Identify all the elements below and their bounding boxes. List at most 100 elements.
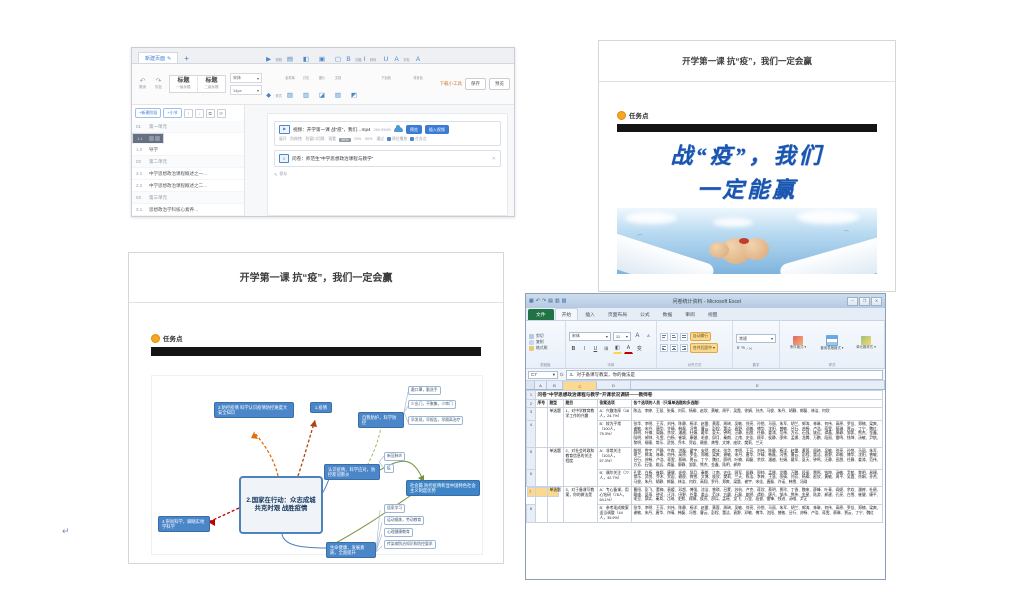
formula-input[interactable]: 3、对于备课写教案，你的做法是 xyxy=(566,370,883,380)
cell-names[interactable]: 孔雯、白杨、崔颖、康健、毛俊、邱月、秦朗、江南、史佳、顾军、侯静、邵帅、孟娜、龙… xyxy=(632,469,883,486)
add-tab-button[interactable]: + xyxy=(178,55,195,63)
cell-option[interactable]: B：偶尔关注（77人，42.7%） xyxy=(598,469,632,486)
video-options-text[interactable]: 展开 防拖拽 防窗口切换 观看 xyxy=(279,137,336,142)
row-number[interactable]: 5 xyxy=(527,447,536,469)
col-A[interactable]: A xyxy=(535,381,547,389)
shrink-font-button[interactable]: A xyxy=(644,331,653,341)
align-left-button[interactable] xyxy=(660,344,668,352)
move-down-button[interactable]: ↓ xyxy=(195,109,204,118)
mindmap-node-3[interactable]: 3.防控疫情 科学认识疫情防控难度大 安全知识 xyxy=(214,402,294,418)
mindmap-leaf[interactable]: 运动锻炼，劳动教育 xyxy=(384,516,424,525)
mindmap-leaf[interactable]: 疫 xyxy=(384,464,394,473)
close-icon[interactable]: ✕ xyxy=(492,156,496,162)
inline-save-link[interactable]: ✎ 保存 xyxy=(274,171,501,177)
tab-page-layout[interactable]: 页面布局 xyxy=(602,309,633,320)
cell-option[interactable]: B：较为平常（100人，75.3%） xyxy=(598,421,632,448)
row-number[interactable]: 4 xyxy=(527,421,536,448)
cell-question[interactable]: 2、对社会时政和教育信息的关注程度 xyxy=(564,447,598,486)
video-percent-options[interactable]: 70% 50% 通过 xyxy=(354,137,384,142)
cell-styles-button[interactable]: 单元格样式 ▾ xyxy=(851,336,881,350)
mindmap-leaf[interactable]: 戴口罩，勤洗手 xyxy=(408,386,441,395)
header-cell[interactable]: 序号 xyxy=(536,400,548,408)
cell-names[interactable]: 曹阳、彭飞、董梅、袁媛、邓超、傅强、沈洁、曾琪、吕蒙、苏杭、卢克、蒋欣、蔡明、贾… xyxy=(632,486,883,504)
download-tools-link[interactable]: 下载小工具 xyxy=(440,81,463,87)
align-top-button[interactable] xyxy=(660,333,668,341)
mindmap-node-health[interactable]: 生命健康，发展素质，全面提升 xyxy=(326,542,376,558)
tab-insert[interactable]: 插入 xyxy=(579,309,601,320)
font-name-select[interactable]: 宋体▾ xyxy=(230,73,262,83)
copy-button[interactable]: 复制 xyxy=(529,340,547,345)
mindmap-leaf[interactable]: 少出门，不聚集，少串门 xyxy=(408,400,456,409)
heading2-button[interactable]: 标题 二级标题 xyxy=(197,76,225,92)
mindmap-node-society[interactable]: 社会篇 防控疫情彰显中国特色社会主义制度优势 xyxy=(406,480,480,496)
select-all-corner[interactable] xyxy=(526,381,535,389)
cell-names[interactable]: 殷悦、詹宇、严静、牛犇、洪磊、翟宇、安然、颜冰、张华、李明、王芳、刘伟、陈静、杨… xyxy=(632,447,883,469)
video-player-bar[interactable] xyxy=(617,124,877,132)
number-buttons[interactable]: ￥ % ٫ ₀₀ xyxy=(736,345,776,351)
outline-item[interactable]: 3.1思想政治学科核心素养… xyxy=(132,204,244,216)
cell-type[interactable]: 单选题 xyxy=(548,408,564,448)
outline-item[interactable]: 1.2导学 xyxy=(132,144,244,156)
checkbox-checked-icon[interactable] xyxy=(410,137,414,141)
mindmap-node-1[interactable]: 1.疫情 xyxy=(310,402,332,413)
cell-option[interactable]: A：专心备课，用心钻研（78人，64.1%） xyxy=(598,486,632,504)
redo-button[interactable]: ↷恢复 xyxy=(152,78,165,90)
font-name-select[interactable]: 宋体▾ xyxy=(569,332,611,341)
save-button[interactable]: 保存 xyxy=(465,78,486,90)
cell-names[interactable]: 陈洁、李婷、王慧、张倩、刘芳、杨柳、赵欣、黄敏、周平、吴霞、徐娟、孙杰、马俊、朱… xyxy=(632,408,883,421)
cut-button[interactable]: 剪切 xyxy=(529,334,547,339)
heading1-button[interactable]: 标题 一级标题 xyxy=(170,76,197,92)
checkbox-checked-icon[interactable] xyxy=(387,137,391,141)
tab-formulas[interactable]: 公式 xyxy=(634,309,656,320)
tab-data[interactable]: 数据 xyxy=(657,309,679,320)
qat-icon[interactable]: ▦ xyxy=(529,298,534,304)
outline-section[interactable]: 01第一单元 xyxy=(132,121,244,133)
qat-icon[interactable]: ▧ xyxy=(562,298,567,304)
row-number[interactable]: 3 xyxy=(527,408,536,421)
header-cell[interactable]: 题型 xyxy=(548,400,564,408)
sheet-title-cell[interactable]: 问卷“中学思想政治课程与教学”开课状况调研——教师卷 xyxy=(536,391,883,400)
move-up-button[interactable]: ↑ xyxy=(184,109,193,118)
cell-type[interactable]: 单选题 xyxy=(548,486,564,522)
insert-video-button[interactable]: 插入视频 xyxy=(425,125,449,134)
tab-review[interactable]: 审阅 xyxy=(679,309,701,320)
font-size-select[interactable]: 14px▾ xyxy=(230,85,262,95)
font-size-select[interactable]: 11▾ xyxy=(613,332,631,341)
copy-button[interactable]: ⧉ xyxy=(206,109,215,118)
header-cell[interactable]: 各个选项的人员（只填单选题和多选题） xyxy=(632,400,883,408)
row-number[interactable]: 2 xyxy=(527,400,536,408)
toolbar-icon-button[interactable]: U 下划线 xyxy=(378,48,394,84)
outline-item-selected[interactable]: 1.1开学第一课 抗“疫”，我… xyxy=(132,133,164,144)
toolbar-icon-button[interactable]: ▣ 图片 xyxy=(314,48,330,84)
borders-button[interactable]: ⊞ xyxy=(602,344,611,354)
add-section-button[interactable]: +小节 xyxy=(163,108,181,118)
toolbar-icon-button[interactable]: ▤ 素材库 xyxy=(282,48,298,84)
align-middle-button[interactable] xyxy=(670,333,678,341)
cell-question[interactable]: 1、对中学教育教学工作的兴趣 xyxy=(564,408,598,448)
watch-percent-box[interactable]: 30% xyxy=(339,138,351,142)
toolbar-icon-button[interactable]: ▢ 文档 xyxy=(330,48,346,84)
conditional-formatting-button[interactable]: 条件格式 ▾ xyxy=(783,336,813,350)
cell-option[interactable]: A：非常关注（103人，57.3%） xyxy=(598,447,632,469)
qat-icon[interactable]: ▥ xyxy=(555,298,560,304)
align-bottom-button[interactable] xyxy=(680,333,688,341)
col-B[interactable]: B xyxy=(547,381,563,389)
name-box[interactable]: C7▾ xyxy=(528,371,558,379)
outline-section[interactable]: 03第三单元 xyxy=(132,192,244,204)
undo-button[interactable]: ↶撤销 xyxy=(136,78,149,90)
bold-button[interactable]: B xyxy=(569,344,578,354)
outline-item[interactable]: 2.2中学思想政治课程概述之二… xyxy=(132,180,244,192)
maximize-button[interactable]: ❐ xyxy=(859,297,870,306)
col-D[interactable]: D xyxy=(597,381,631,389)
outline-section[interactable]: 02第二单元 xyxy=(132,156,244,168)
col-E[interactable]: E xyxy=(631,381,885,389)
mindmap-leaf[interactable]: 早发现，早报告，早隔离治疗 xyxy=(408,416,463,425)
cell-seq[interactable] xyxy=(536,447,548,486)
mindmap-leaf[interactable]: 心理健康教育 xyxy=(384,528,413,537)
toolbar-icon-button[interactable]: ▶ 视频 xyxy=(266,48,282,84)
mindmap-node-recognize[interactable]: 认识疫情，科学应对，防控新冠肺炎 xyxy=(324,464,380,480)
qat-icon[interactable]: ↷ xyxy=(542,298,546,304)
row-number[interactable]: 1 xyxy=(527,391,536,400)
file-tab[interactable]: 文件 xyxy=(528,309,554,320)
add-stage-button[interactable]: +新建阶段 xyxy=(135,108,161,118)
